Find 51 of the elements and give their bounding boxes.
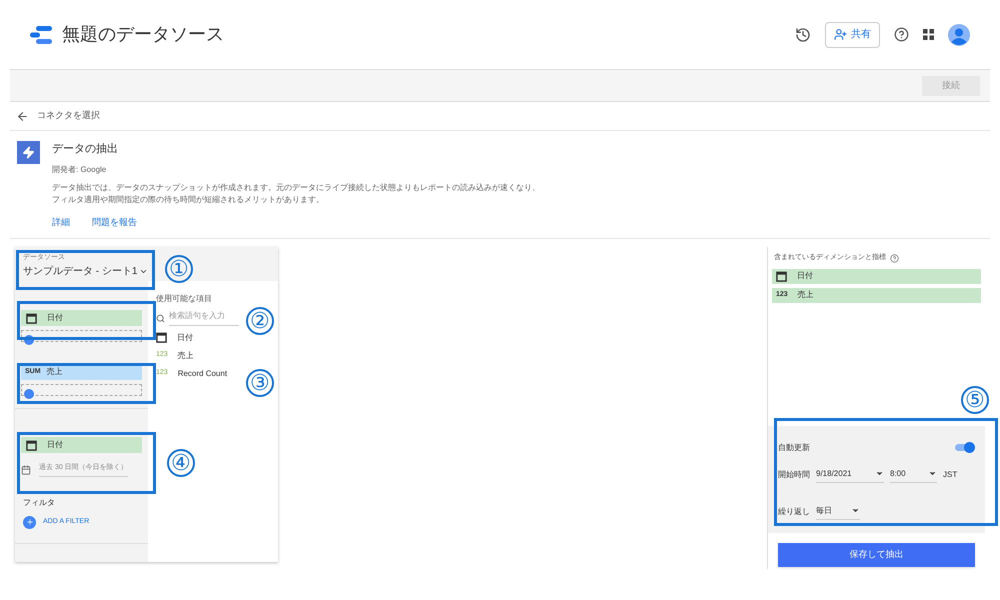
- annotation-number: ①: [165, 255, 193, 283]
- caret-icon: [851, 506, 860, 515]
- search-field[interactable]: 検索語句を入力: [169, 310, 239, 326]
- help-icon[interactable]: [894, 27, 909, 42]
- date-dimension-chip[interactable]: 日付: [21, 437, 142, 453]
- available-field[interactable]: Record Count: [178, 368, 228, 380]
- dimension-chip[interactable]: 日付: [21, 310, 142, 326]
- back-link[interactable]: コネクタを選択: [37, 109, 100, 123]
- start-time-label: 開始時間: [778, 469, 810, 481]
- annotation-number: ⑤: [961, 386, 989, 414]
- calendar-icon: [26, 440, 37, 450]
- annotation-number: ③: [246, 369, 274, 397]
- included-field-chip: 日付: [772, 268, 981, 284]
- caret-icon: [928, 469, 937, 478]
- start-date-dropdown[interactable]: 9/18/2021: [816, 468, 884, 482]
- available-field[interactable]: 売上: [178, 350, 194, 362]
- add-dimension-slot[interactable]: [21, 330, 142, 342]
- calendar-icon: [21, 464, 31, 475]
- share-button[interactable]: 共有: [825, 22, 880, 48]
- connector-description: データ抽出では、データのスナップショットが作成されます。元のデータにライブ接続した状態よりもレポートの読み込みが速くなり、フィルタ適用や期間指定の際の待ち時間が短縮されるメリットがあります。: [52, 182, 541, 206]
- connector-name: データの抽出: [52, 142, 119, 157]
- lightning-icon: [17, 141, 40, 164]
- available-field[interactable]: 日付: [177, 332, 193, 344]
- add-metric-slot[interactable]: [21, 384, 142, 396]
- page-title: 無題のデータソース: [62, 23, 224, 46]
- help-icon[interactable]: [890, 254, 899, 263]
- annotation-number: ④: [167, 449, 195, 477]
- add-person-icon: [834, 28, 847, 41]
- repeat-dropdown[interactable]: 毎日: [816, 504, 860, 520]
- start-time-dropdown[interactable]: 8:00: [890, 468, 937, 482]
- connector-link[interactable]: 問題を報告: [92, 216, 137, 229]
- calendar-icon: [776, 270, 787, 282]
- available-fields-title: 使用可能な項目: [156, 293, 213, 305]
- repeat-label: 繰り返し: [778, 506, 810, 518]
- logo-icon: [30, 26, 52, 44]
- calendar-icon: [156, 332, 167, 343]
- calendar-icon: [26, 312, 37, 324]
- annotation-number: ②: [246, 307, 274, 335]
- back-arrow-icon[interactable]: [16, 110, 29, 122]
- connector-link[interactable]: 詳細: [52, 216, 70, 229]
- auto-update-switch[interactable]: [955, 444, 973, 451]
- filter-label: フィルタ: [23, 496, 56, 508]
- timezone-label: JST: [943, 469, 958, 481]
- caret-icon: [875, 469, 884, 478]
- search-icon: [156, 314, 165, 322]
- developer-text: 開発者: Google: [52, 164, 108, 176]
- save-and-extract-button[interactable]: 保存して抽出: [778, 542, 975, 566]
- avatar-icon[interactable]: [948, 24, 970, 46]
- history-icon[interactable]: [795, 26, 811, 42]
- apps-grid-icon[interactable]: [923, 29, 934, 40]
- auto-update-label: 自動更新: [778, 442, 810, 454]
